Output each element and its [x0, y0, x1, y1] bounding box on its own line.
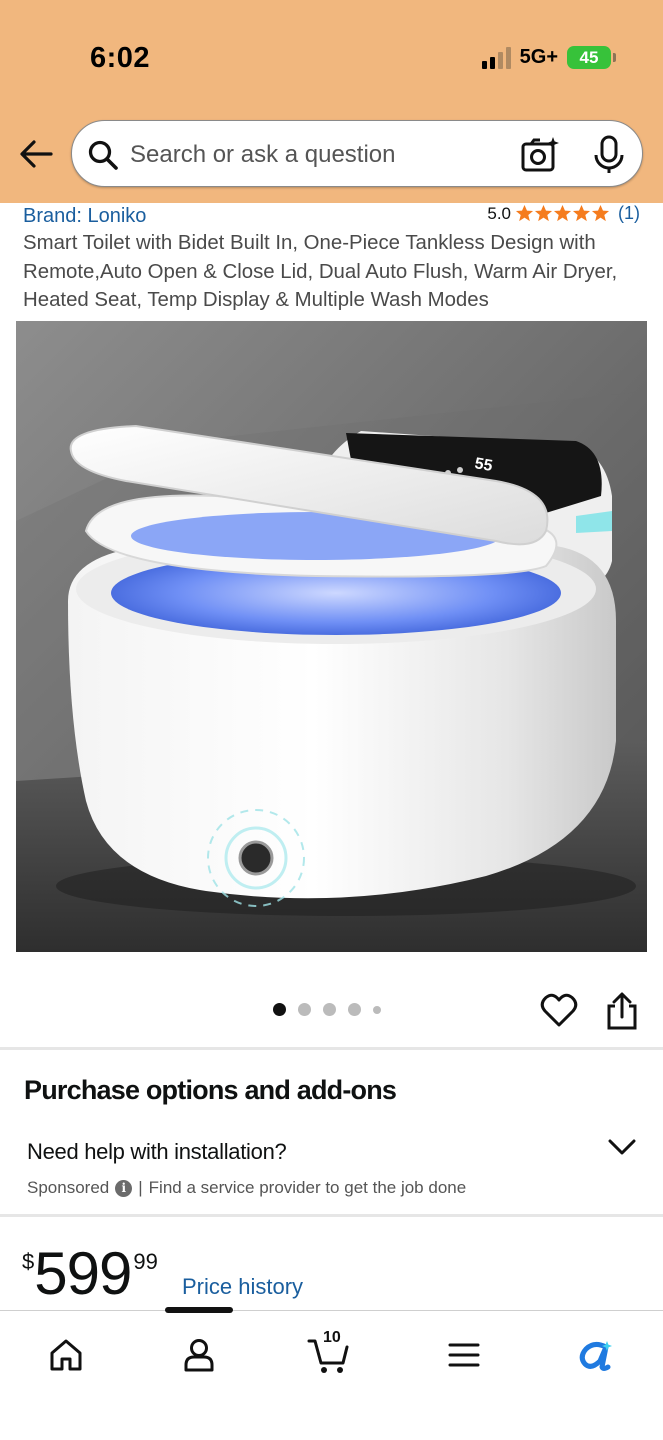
purchase-options-title: Purchase options and add-ons — [24, 1075, 397, 1105]
nav-rufus[interactable] — [574, 1333, 618, 1377]
rating-count[interactable]: (1) — [618, 203, 640, 224]
carousel-dot[interactable] — [273, 1003, 286, 1016]
search-bar[interactable] — [71, 120, 643, 187]
nav-account[interactable] — [177, 1333, 221, 1377]
sponsored-label: Sponsored — [27, 1178, 110, 1197]
rating[interactable]: 5.0 (1) — [487, 203, 640, 224]
rufus-icon — [579, 1341, 612, 1371]
chevron-down-icon[interactable] — [606, 1135, 638, 1159]
installation-help-title[interactable]: Need help with installation? — [27, 1139, 287, 1165]
star-icon — [572, 204, 591, 222]
carousel-dot[interactable] — [348, 1003, 361, 1016]
bottom-nav: 10 — [0, 1310, 663, 1440]
share-button[interactable] — [605, 992, 639, 1032]
network-label: 5G+ — [519, 46, 558, 68]
share-icon — [607, 992, 637, 1030]
heart-icon — [540, 993, 578, 1027]
search-icon[interactable] — [87, 139, 119, 171]
status-time: 6:02 — [90, 42, 151, 74]
installation-help-description: Find a service provider to get the job d… — [148, 1178, 467, 1197]
rating-stars — [515, 204, 610, 223]
star-icon — [591, 204, 610, 222]
sponsored-row: Sponsored i | Find a service provider to… — [27, 1178, 466, 1198]
carousel-dot[interactable] — [298, 1003, 311, 1016]
price: $ 599 99 — [22, 1240, 158, 1308]
arrow-left-icon — [20, 140, 53, 168]
header: 6:02 5G+ 45 — [0, 0, 663, 203]
nav-cart[interactable]: 10 — [307, 1329, 351, 1377]
nav-menu[interactable] — [442, 1333, 486, 1377]
price-symbol: $ — [22, 1249, 35, 1274]
product-image[interactable]: 55 — [16, 321, 647, 952]
info-icon[interactable]: i — [115, 1179, 133, 1197]
rating-value: 5.0 — [487, 203, 511, 223]
battery-level: 45 — [579, 47, 599, 67]
image-carousel-dots[interactable] — [273, 1003, 381, 1016]
price-whole: 599 — [34, 1240, 132, 1307]
brand-link[interactable]: Brand: Loniko — [23, 205, 146, 228]
divider — [0, 1214, 663, 1217]
status-indicators: 5G+ 45 — [481, 46, 616, 69]
wishlist-button[interactable] — [540, 992, 578, 1030]
star-icon — [515, 204, 534, 222]
price-fraction: 99 — [133, 1249, 158, 1274]
nav-active-indicator — [165, 1307, 233, 1313]
account-icon — [184, 1339, 214, 1372]
separator: | — [138, 1178, 143, 1197]
product-title: Smart Toilet with Bidet Built In, One-Pi… — [23, 232, 618, 312]
toilet-image: 55 — [16, 321, 647, 952]
search-input[interactable] — [130, 136, 500, 174]
menu-icon — [448, 1343, 480, 1367]
camera-search-icon[interactable] — [520, 136, 560, 174]
divider — [0, 1047, 663, 1050]
star-icon — [534, 204, 553, 222]
toilet-display-temp: 55 — [473, 455, 494, 475]
signal-icon — [481, 46, 511, 69]
carousel-dot[interactable] — [373, 1005, 381, 1014]
price-history-link[interactable]: Price history — [182, 1274, 303, 1300]
nav-home[interactable] — [44, 1333, 88, 1377]
carousel-dot[interactable] — [323, 1003, 336, 1016]
back-button[interactable] — [18, 136, 54, 172]
battery-icon: 45 — [567, 46, 616, 69]
home-icon — [50, 1339, 82, 1371]
star-icon — [553, 204, 572, 222]
cart-count: 10 — [323, 1329, 341, 1346]
microphone-icon[interactable] — [592, 135, 626, 175]
